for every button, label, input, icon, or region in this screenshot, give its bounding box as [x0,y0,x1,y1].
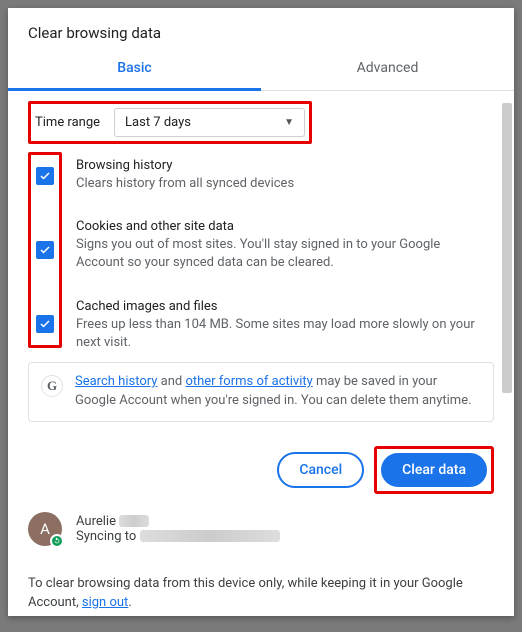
time-range-row: Time range Last 7 days ▼ [28,101,312,144]
other-activity-link[interactable]: other forms of activity [185,374,312,389]
time-range-value: Last 7 days [125,115,191,130]
option-item: Browsing history Clears history from all… [76,158,486,193]
google-g-icon: G [41,375,63,397]
account-status-prefix: Syncing to [76,529,136,544]
account-text: Aurelie Syncing to [76,514,280,544]
option-desc: Signs you out of most sites. You'll stay… [76,236,486,272]
check-icon [39,318,51,330]
time-range-label: Time range [35,115,100,130]
footer-text: To clear browsing data from this device … [8,556,514,629]
option-desc: Clears history from all synced devices [76,175,486,193]
check-icon [39,244,51,256]
account-name: Aurelie [76,514,116,529]
checkbox-column [28,152,62,348]
redacted-smudge [119,515,149,527]
google-activity-box: G Search history and other forms of acti… [28,362,494,422]
clear-data-highlight: Clear data [374,446,494,494]
google-activity-text: Search history and other forms of activi… [75,373,481,411]
option-desc: Frees up less than 104 MB. Some sites ma… [76,316,486,352]
cancel-button[interactable]: Cancel [277,452,364,488]
dialog-button-row: Cancel Clear data [8,432,514,508]
option-title: Cookies and other site data [76,219,486,234]
check-icon [39,170,51,182]
checkbox-cache[interactable] [36,315,54,333]
dialog-title: Clear browsing data [8,8,514,50]
avatar: A [28,512,62,546]
account-row: A Aurelie Syncing to [8,508,514,556]
option-item: Cookies and other site data Signs you ou… [76,219,486,272]
tab-basic[interactable]: Basic [8,50,261,91]
chevron-down-icon: ▼ [284,117,294,128]
tab-advanced[interactable]: Advanced [261,50,514,90]
avatar-initial: A [40,520,50,538]
redacted-smudge [140,530,280,542]
checkbox-cookies[interactable] [36,241,54,259]
option-title: Browsing history [76,158,486,173]
options-scroll-area: Time range Last 7 days ▼ Browsi [8,91,514,432]
search-history-link[interactable]: Search history [75,374,157,389]
time-range-select[interactable]: Last 7 days ▼ [114,108,305,137]
option-title: Cached images and files [76,299,486,314]
option-item: Cached images and files Frees up less th… [76,299,486,352]
options-descriptions: Browsing history Clears history from all… [76,152,486,352]
clear-browsing-data-dialog: Clear browsing data Basic Advanced Time … [8,8,514,616]
sync-badge-icon [50,534,64,548]
tab-bar: Basic Advanced [8,50,514,91]
sign-out-link[interactable]: sign out [82,595,128,610]
clear-data-button[interactable]: Clear data [381,453,487,487]
checkbox-browsing-history[interactable] [36,167,54,185]
options-block: Browsing history Clears history from all… [28,152,514,352]
scrollbar[interactable] [502,103,512,393]
